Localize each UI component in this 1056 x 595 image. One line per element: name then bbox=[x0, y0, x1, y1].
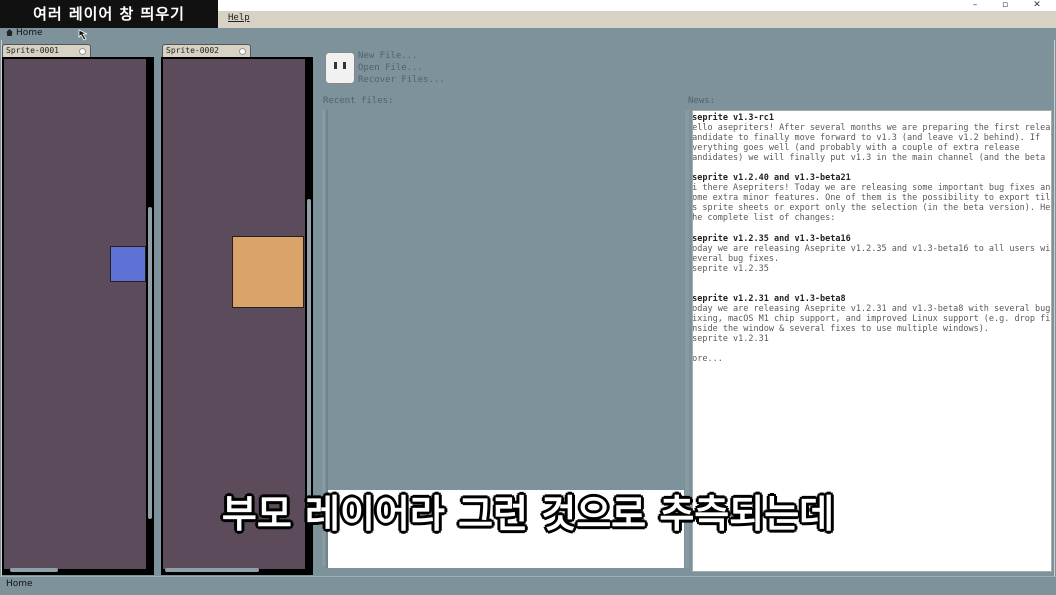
menu-help[interactable]: Help bbox=[228, 13, 250, 23]
news-item[interactable]: Aseprite v1.2.35 and v1.3-beta16 Today w… bbox=[692, 234, 1051, 274]
tab-sprite-0001[interactable]: Sprite-0001 bbox=[2, 44, 91, 57]
tab-bar bbox=[0, 28, 1056, 40]
horizontal-scrollbar[interactable] bbox=[10, 568, 58, 572]
news-title[interactable]: Aseprite v1.2.31 and v1.3-beta8 bbox=[693, 294, 1047, 304]
news-body: Today we are releasing Aseprite v1.2.31 … bbox=[692, 304, 1051, 344]
overlay-title: 여러 레이어 창 띄우기 bbox=[0, 0, 218, 28]
vertical-scrollbar[interactable] bbox=[307, 199, 311, 519]
aseprite-logo-icon bbox=[325, 52, 355, 84]
news-title[interactable]: Aseprite v1.3-rc1 bbox=[693, 113, 1047, 123]
news-body: Today we are releasing Aseprite v1.2.35 … bbox=[692, 244, 1051, 274]
tab-home[interactable]: Home bbox=[0, 27, 49, 39]
tab-sprite-0002[interactable]: Sprite-0002 bbox=[162, 44, 251, 57]
news-item[interactable]: Aseprite v1.2.40 and v1.3-beta21 Hi ther… bbox=[692, 173, 1051, 223]
modified-dot-icon bbox=[79, 48, 86, 55]
maximize-button[interactable]: ▫ bbox=[990, 0, 1020, 11]
sprite-shape bbox=[110, 246, 146, 282]
horizontal-scrollbar[interactable] bbox=[165, 568, 259, 572]
home-icon bbox=[6, 29, 13, 36]
status-bar bbox=[0, 576, 1056, 595]
news-item[interactable]: Aseprite v1.3-rc1 Hello asepriters! Afte… bbox=[692, 113, 1051, 163]
sprite-tab-label: Sprite-0001 bbox=[6, 46, 59, 55]
sprite-canvas[interactable] bbox=[4, 59, 146, 569]
sprite-editor-0001[interactable] bbox=[2, 57, 154, 575]
more-news-link[interactable]: More... bbox=[693, 354, 1047, 364]
recent-files-label: Recent files: bbox=[323, 96, 394, 106]
news-item[interactable]: Aseprite v1.2.31 and v1.3-beta8 Today we… bbox=[692, 294, 1051, 344]
tab-home-label: Home bbox=[16, 28, 43, 38]
status-text: Home bbox=[6, 579, 33, 589]
modified-dot-icon bbox=[239, 48, 246, 55]
news-title[interactable]: Aseprite v1.2.35 and v1.3-beta16 bbox=[693, 234, 1047, 244]
new-file-link[interactable]: New File... bbox=[358, 51, 418, 61]
sprite-shape bbox=[232, 236, 304, 308]
logo-eye bbox=[334, 62, 337, 69]
minimize-button[interactable]: – bbox=[960, 0, 990, 11]
open-file-link[interactable]: Open File... bbox=[358, 63, 423, 73]
recover-files-link[interactable]: Recover Files... bbox=[358, 75, 445, 85]
news-body: Hi there Asepriters! Today we are releas… bbox=[692, 183, 1051, 223]
close-button[interactable]: ✕ bbox=[1022, 0, 1052, 11]
vertical-scrollbar[interactable] bbox=[148, 207, 152, 519]
news-title[interactable]: Aseprite v1.2.40 and v1.3-beta21 bbox=[693, 173, 1047, 183]
sprite-tab-label: Sprite-0002 bbox=[166, 46, 219, 55]
news-label: News: bbox=[688, 96, 716, 106]
news-body: Hello asepriters! After several months w… bbox=[692, 123, 1051, 163]
logo-eye bbox=[343, 62, 346, 69]
video-subtitle: 부모 레이어라 그런 것으로 추측되는데 bbox=[221, 492, 835, 536]
